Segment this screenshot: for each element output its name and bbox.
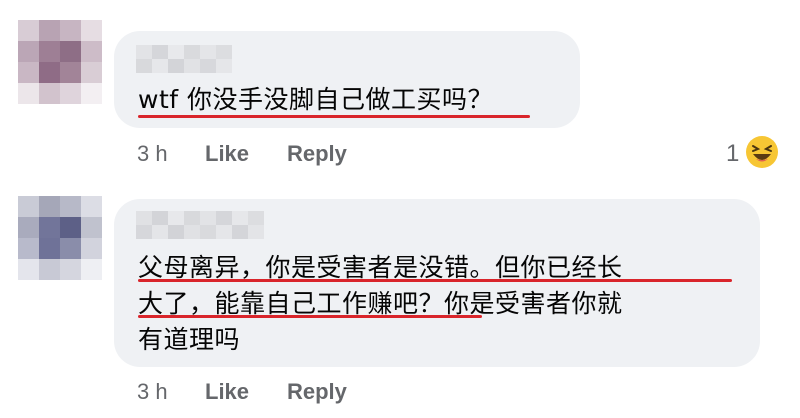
comment-text-line: 有道理吗 xyxy=(138,325,241,354)
comment-time[interactable]: 3 h xyxy=(137,141,168,167)
red-underline xyxy=(138,279,732,282)
reply-button[interactable]: Reply xyxy=(287,379,347,405)
comment-text: 父母离异，你是受害者是没错。但你已经长 大了，能靠自己工作赚吧？你是受害者你就 … xyxy=(138,250,738,358)
laughing-emoji-icon[interactable] xyxy=(745,135,779,169)
commenter-name-blurred[interactable] xyxy=(136,211,264,239)
comment-text: wtf 你没手没脚自己做工买吗？ xyxy=(138,85,493,114)
reply-button[interactable]: Reply xyxy=(287,141,347,167)
reaction-count[interactable]: 1 xyxy=(726,140,739,168)
comment-time[interactable]: 3 h xyxy=(137,379,168,405)
like-button[interactable]: Like xyxy=(205,141,249,167)
red-underline xyxy=(138,315,482,318)
avatar[interactable] xyxy=(18,20,102,104)
comment-bubble: 父母离异，你是受害者是没错。但你已经长 大了，能靠自己工作赚吧？你是受害者你就 … xyxy=(114,199,760,367)
avatar[interactable] xyxy=(18,196,102,280)
commenter-name-blurred[interactable] xyxy=(136,45,236,73)
red-underline xyxy=(138,115,530,118)
like-button[interactable]: Like xyxy=(205,379,249,405)
comment-bubble: wtf 你没手没脚自己做工买吗？ xyxy=(114,31,580,128)
